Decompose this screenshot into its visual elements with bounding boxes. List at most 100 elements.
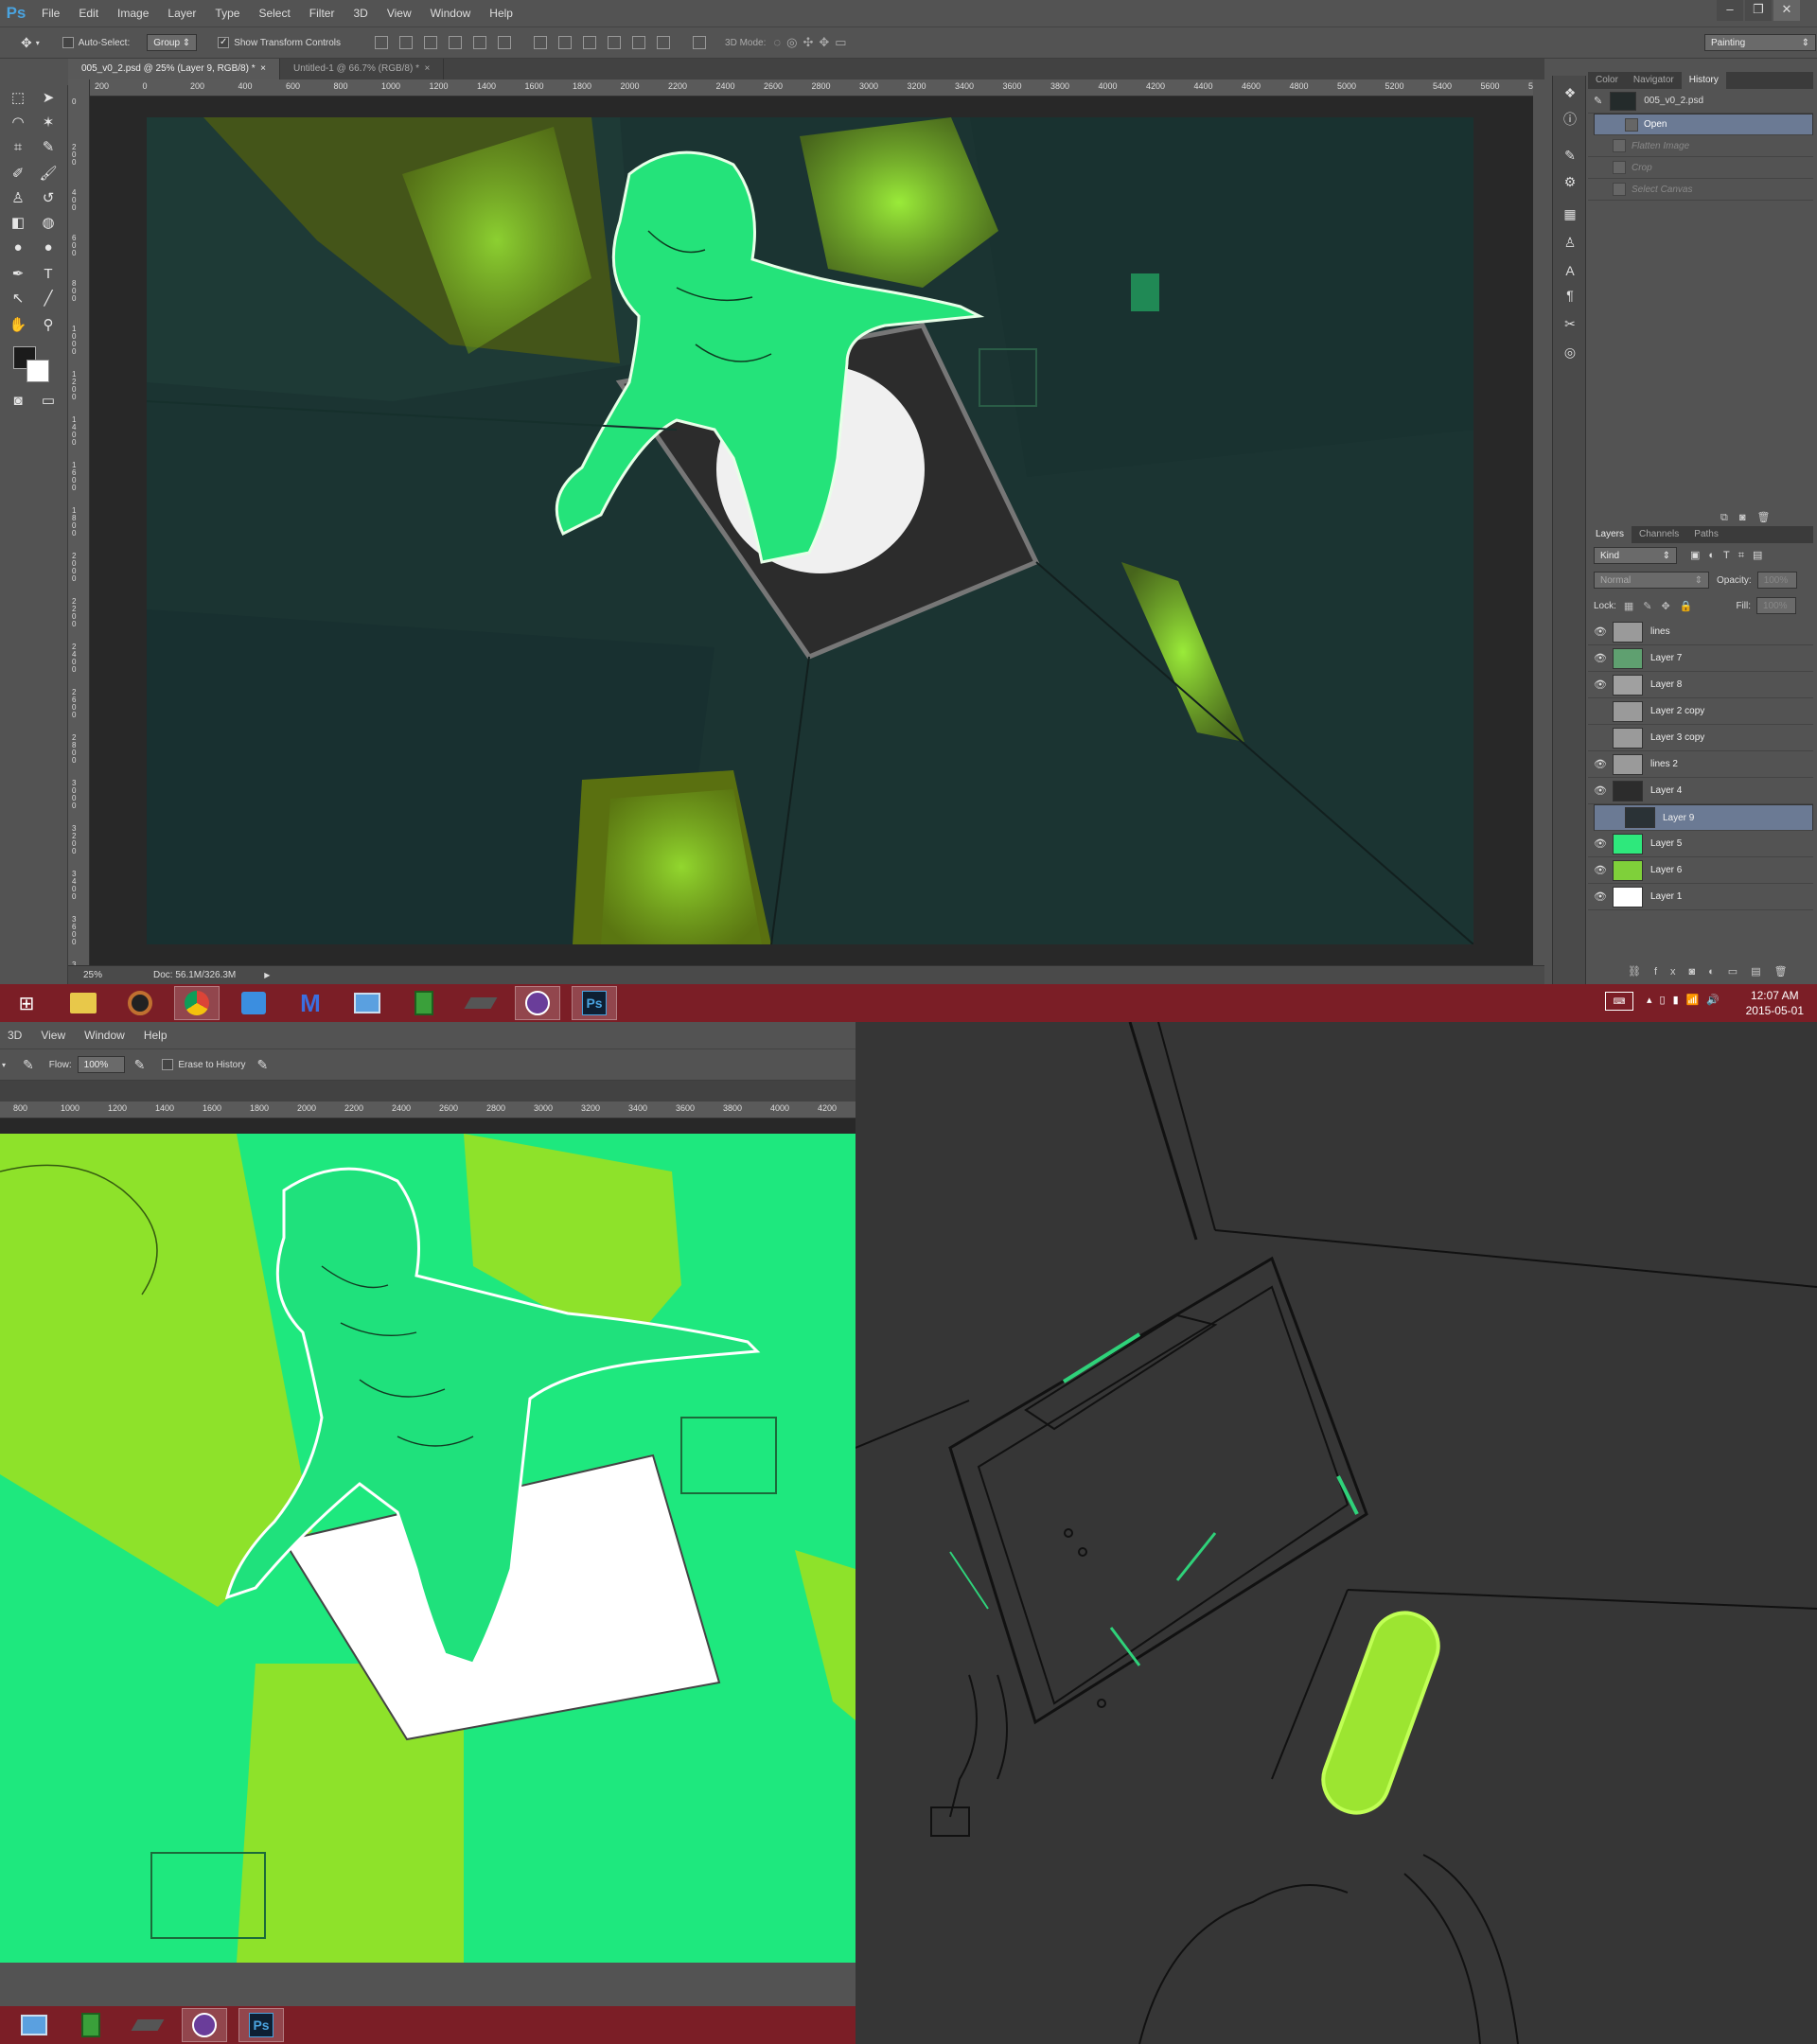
layer-row[interactable]: 👁 Layer 4 [1588, 778, 1813, 804]
eraser-tool-icon[interactable]: ◧ [6, 212, 30, 235]
flow-input[interactable]: 100% [77, 1056, 125, 1073]
menu-select[interactable]: Select [249, 0, 299, 26]
menu-3d[interactable]: 3D [0, 1022, 31, 1048]
auto-select-checkbox[interactable] [62, 37, 74, 48]
tab-channels[interactable]: Channels [1632, 526, 1686, 543]
clone-source-icon[interactable]: ♙ [1561, 233, 1579, 252]
tab-layers[interactable]: Layers [1588, 526, 1632, 543]
show-transform-checkbox[interactable]: ✓ [218, 37, 230, 48]
tablet-icon[interactable] [125, 2008, 170, 2042]
move-tool-icon[interactable]: ✥ [21, 35, 32, 51]
maximize-button[interactable]: ❐ [1745, 0, 1772, 21]
malwarebytes-icon[interactable]: M [288, 986, 333, 1020]
menu-image[interactable]: Image [108, 0, 158, 26]
tablet-icon[interactable] [458, 986, 503, 1020]
tab-color[interactable]: Color [1588, 72, 1626, 89]
swatches-icon[interactable]: ❖ [1561, 83, 1579, 102]
network-icon[interactable] [344, 986, 390, 1020]
tray-icons[interactable]: ▴▯▮📶🔊 [1647, 994, 1727, 1006]
pressure-icon[interactable]: ✎ [134, 1057, 146, 1073]
layer-filter-icons[interactable]: ▣◐T⌗▤ [1690, 549, 1771, 562]
app-icon[interactable] [182, 2008, 227, 2042]
menu-window[interactable]: Window [421, 0, 481, 26]
close-button[interactable]: ✕ [1773, 0, 1800, 21]
menu-view[interactable]: View [31, 1022, 75, 1048]
layer-row[interactable]: 👁 Layer 7 [1588, 645, 1813, 672]
healing-brush-icon[interactable]: ✐ [6, 163, 30, 185]
menu-window[interactable]: Window [75, 1022, 134, 1048]
3d-orbit-icons[interactable]: ◌◎✣✥▭ [773, 35, 852, 50]
history-snapshot[interactable]: ✎ 005_v0_2.psd [1588, 89, 1813, 114]
layer-row[interactable]: 👁 lines 2 [1588, 751, 1813, 778]
menu-3d[interactable]: 3D [344, 0, 377, 26]
tab-history[interactable]: History [1681, 72, 1726, 89]
paint-bucket-icon[interactable]: ◍ [36, 212, 61, 235]
menu-layer[interactable]: Layer [158, 0, 205, 26]
marquee-tool-icon[interactable]: ⬚ [6, 87, 30, 110]
eye-icon[interactable]: 👁 [1588, 758, 1613, 770]
menu-edit[interactable]: Edit [69, 0, 108, 26]
character-icon[interactable]: A [1561, 261, 1579, 280]
menu-file[interactable]: File [32, 0, 69, 26]
eye-icon[interactable]: 👁 [1588, 864, 1613, 876]
chevron-icon[interactable]: ▾ [2, 1061, 6, 1069]
eye-icon[interactable]: 👁 [1588, 890, 1613, 903]
line-detail-canvas[interactable] [856, 1022, 1817, 2044]
type-tool-icon[interactable]: T [36, 263, 61, 286]
media-icon[interactable] [117, 986, 163, 1020]
status-menu-arrow-icon[interactable]: ▶ [264, 971, 270, 979]
distribute-right-icon[interactable] [657, 36, 671, 49]
layer-row[interactable]: 👁 Layer 5 [1588, 831, 1813, 857]
airbrush-icon[interactable]: ✎ [23, 1057, 34, 1073]
distribute-top-icon[interactable] [534, 36, 548, 49]
tab-paths[interactable]: Paths [1686, 526, 1726, 543]
tab-close-icon[interactable]: × [260, 63, 266, 74]
info-icon[interactable]: ⓘ [1561, 110, 1579, 129]
tab-close-icon[interactable]: × [425, 63, 431, 74]
magic-wand-icon[interactable]: ✶ [36, 112, 61, 134]
menu-help[interactable]: Help [134, 1022, 177, 1048]
tab-untitled-1[interactable]: Untitled-1 @ 66.7% (RGB/8) * × [280, 59, 445, 79]
flat-color-canvas[interactable] [0, 1134, 856, 1963]
blend-mode-dropdown[interactable]: Normal ⇕ [1594, 572, 1709, 589]
layer-row[interactable]: Layer 3 copy [1588, 725, 1813, 751]
layer-row[interactable]: Layer 2 copy [1588, 698, 1813, 725]
grid-icon[interactable]: ▦ [1561, 204, 1579, 223]
layer-row[interactable]: 👁 lines [1588, 619, 1813, 645]
hand-tool-icon[interactable]: ✋ [6, 314, 30, 337]
distribute-left-icon[interactable] [608, 36, 622, 49]
brush-presets-icon[interactable]: ✎ [1561, 146, 1579, 165]
distribute-bottom-icon[interactable] [583, 36, 597, 49]
history-item[interactable]: Select Canvas [1588, 179, 1813, 201]
history-brush-icon[interactable]: ↺ [36, 187, 61, 210]
eye-icon[interactable]: 👁 [1588, 837, 1613, 850]
history-item[interactable]: Flatten Image [1588, 135, 1813, 157]
artwork-canvas[interactable] [147, 117, 1473, 944]
eyedropper-icon[interactable]: ✎ [36, 136, 61, 159]
move-tool-icon[interactable]: ➤ [36, 87, 61, 110]
distribute-center-icon[interactable] [632, 36, 646, 49]
menu-type[interactable]: Type [205, 0, 249, 26]
adjustments-icon[interactable]: ⚙ [1561, 172, 1579, 191]
pressure-size-icon[interactable]: ✎ [257, 1057, 269, 1073]
history-item[interactable]: Open [1594, 114, 1813, 135]
app-icon[interactable] [515, 986, 560, 1020]
calculator-icon[interactable] [401, 986, 447, 1020]
file-explorer-icon[interactable] [61, 986, 106, 1020]
pen-tool-icon[interactable]: ✒ [6, 263, 30, 286]
zoom-tool-icon[interactable]: ⚲ [36, 314, 61, 337]
fill-input[interactable]: 100% [1756, 597, 1796, 614]
workspace-dropdown[interactable]: Painting ⇕ [1704, 34, 1816, 51]
3d-icon[interactable]: ◎ [1561, 343, 1579, 361]
erase-history-checkbox[interactable] [162, 1059, 174, 1070]
photoshop-icon[interactable]: Ps [572, 986, 617, 1020]
layer-row[interactable]: 👁 Layer 1 [1588, 884, 1813, 910]
control-panel-icon[interactable] [231, 986, 276, 1020]
history-footer-icons[interactable]: ⧉◙🗑 [1720, 511, 1781, 524]
eye-icon[interactable]: 👁 [1588, 784, 1613, 797]
brush-source-icon[interactable]: ✎ [1594, 95, 1602, 107]
minimize-button[interactable]: – [1717, 0, 1743, 21]
start-icon[interactable]: ⊞ [4, 986, 49, 1020]
quick-mask-icon[interactable]: ◙ [6, 390, 30, 413]
opacity-input[interactable]: 100% [1756, 572, 1797, 589]
